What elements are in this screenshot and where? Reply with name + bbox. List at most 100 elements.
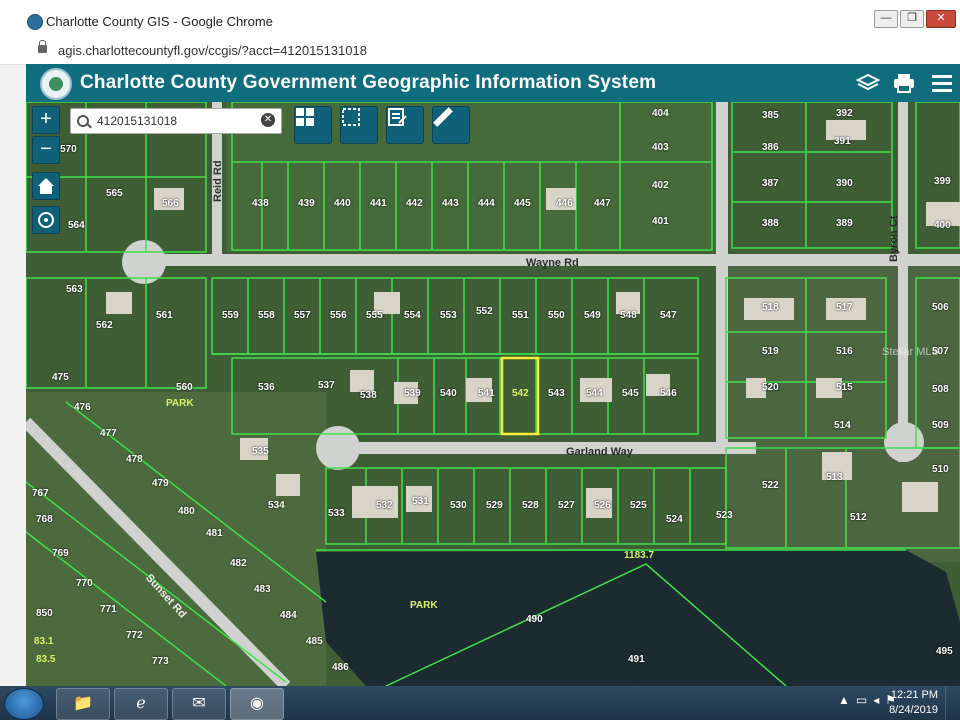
lot-label: 772	[126, 630, 143, 641]
lot-label: 518	[762, 302, 779, 313]
internet-explorer-icon[interactable]: ℯ	[114, 688, 168, 720]
close-button[interactable]: ✕	[926, 10, 956, 28]
lot-label: 534	[268, 500, 285, 511]
show-desktop-button[interactable]	[945, 686, 960, 720]
lot-label: 539	[404, 388, 421, 399]
file-explorer-icon[interactable]: 📁	[56, 688, 110, 720]
clock-date[interactable]: 8/24/2019	[889, 704, 938, 716]
browser-window: Charlotte County GIS - Google Chrome — ❐…	[0, 0, 960, 686]
lot-label: 545	[622, 388, 639, 399]
lot-label: 483	[254, 584, 271, 595]
lot-label: 520	[762, 382, 779, 393]
lot-label: 403	[652, 142, 669, 153]
lot-label: 769	[52, 548, 69, 559]
clock-time[interactable]: 12:21 PM	[891, 689, 938, 701]
chrome-icon[interactable]: ◉	[230, 688, 284, 720]
lot-label: 570	[60, 144, 77, 155]
search-box[interactable]: ✕	[70, 108, 282, 134]
lot-label: 440	[334, 198, 351, 209]
lot-label: 526	[594, 500, 611, 511]
lot-label: 561	[156, 310, 173, 321]
lot-label: 506	[932, 302, 949, 313]
lot-label: 478	[126, 454, 143, 465]
lock-icon	[38, 40, 47, 53]
layers-icon[interactable]	[855, 72, 881, 94]
lot-label: 519	[762, 346, 779, 357]
lot-label: 553	[440, 310, 457, 321]
lot-label: 442	[406, 198, 423, 209]
measure-tool-icon[interactable]	[432, 106, 470, 144]
minimize-button[interactable]: —	[874, 10, 898, 28]
lot-label: 548	[620, 310, 637, 321]
lot-label: 767	[32, 488, 49, 499]
search-icon	[77, 115, 89, 127]
lot-label: 528	[522, 500, 539, 511]
restore-button[interactable]: ❐	[900, 10, 924, 28]
lot-label: 388	[762, 218, 779, 229]
lot-label: 495	[936, 646, 953, 657]
lot-label: 516	[836, 346, 853, 357]
lot-label: 491	[628, 654, 645, 665]
selected-lot-label[interactable]: 542	[512, 388, 529, 399]
lot-label: 770	[76, 578, 93, 589]
gis-header: Charlotte County Government Geographic I…	[26, 64, 960, 102]
map-view[interactable]: Wayne Rd Garland Way Byron Ct Sunset Rd …	[26, 102, 960, 686]
taskbar: 📁 ℯ ✉ ◉ ▲▭◂⚑ 12:21 PM 8/24/2019	[0, 686, 960, 720]
lot-label: 549	[584, 310, 601, 321]
road-label-garland: Garland Way	[566, 446, 633, 458]
address-bar[interactable]: agis.charlottecountyfl.gov/ccgis/?acct=4…	[0, 38, 960, 65]
lot-label: 559	[222, 310, 239, 321]
lot-label: 446	[556, 198, 573, 209]
lot-label: 522	[762, 480, 779, 491]
clear-search-icon[interactable]: ✕	[261, 113, 275, 127]
zoom-out-button[interactable]: −	[32, 136, 60, 164]
lot-label: 850	[36, 608, 53, 619]
grid-tool-icon[interactable]	[294, 106, 332, 144]
printer-icon[interactable]	[892, 72, 916, 94]
lot-label: 541	[478, 388, 495, 399]
road-label-reid: Reid Rd	[212, 160, 224, 202]
menu-icon[interactable]	[930, 72, 954, 94]
edit-tool-icon[interactable]	[386, 106, 424, 144]
lot-label: 566	[162, 198, 179, 209]
start-button[interactable]	[4, 688, 44, 720]
lot-label: 439	[298, 198, 315, 209]
lot-label: 527	[558, 500, 575, 511]
lot-label: 447	[594, 198, 611, 209]
lot-label: 563	[66, 284, 83, 295]
lot-label: 546	[660, 388, 677, 399]
road-label-wayne: Wayne Rd	[526, 257, 579, 269]
lot-label: 399	[934, 176, 951, 187]
zoom-in-button[interactable]: +	[32, 106, 60, 134]
lot-label: 543	[548, 388, 565, 399]
select-tool-icon[interactable]	[340, 106, 378, 144]
lot-label: 556	[330, 310, 347, 321]
lot-label: 400	[934, 220, 951, 231]
lot-label: 536	[258, 382, 275, 393]
lot-label: 509	[932, 420, 949, 431]
lot-label: 529	[486, 500, 503, 511]
home-icon[interactable]	[32, 172, 60, 200]
lot-label: 482	[230, 558, 247, 569]
lot-label: 514	[834, 420, 851, 431]
lot-label: 558	[258, 310, 275, 321]
search-input[interactable]	[95, 112, 259, 130]
lot-label: 557	[294, 310, 311, 321]
lot-label: 438	[252, 198, 269, 209]
lot-label: 544	[586, 388, 603, 399]
lot-label: 83.5	[36, 654, 56, 665]
locate-icon[interactable]	[32, 206, 60, 234]
url-text[interactable]: agis.charlottecountyfl.gov/ccgis/?acct=4…	[58, 43, 367, 58]
lot-label: 564	[68, 220, 85, 231]
lot-label: 533	[328, 508, 345, 519]
lot-label: 773	[152, 656, 169, 667]
lot-label: 490	[526, 614, 543, 625]
lot-label: 401	[652, 216, 669, 227]
outlook-icon[interactable]: ✉	[172, 688, 226, 720]
lot-label: 484	[280, 610, 297, 621]
lot-label: 531	[412, 496, 429, 507]
lot-label: 441	[370, 198, 387, 209]
lot-label: 538	[360, 390, 377, 401]
road-label-byron: Byron Ct	[888, 215, 900, 262]
lot-label: 477	[100, 428, 117, 439]
